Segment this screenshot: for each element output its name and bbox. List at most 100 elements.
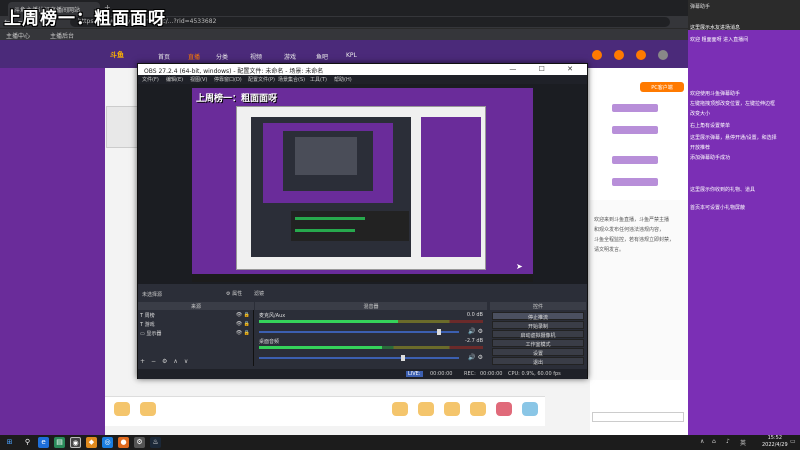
windows-start-icon[interactable]: ⊞ xyxy=(4,437,15,448)
speaker-gear-icons[interactable]: 🔊 ⚙ xyxy=(468,328,483,335)
mixer-channel-name: 桌面音频 xyxy=(259,339,280,345)
exit-button[interactable]: 退出 xyxy=(492,357,584,366)
site-nav-category[interactable]: 分类 xyxy=(216,52,228,61)
edge-icon[interactable]: e xyxy=(38,437,49,448)
eye-lock-icons[interactable]: 👁 🔒 xyxy=(236,330,250,336)
speaker-gear-icons[interactable]: 🔊 ⚙ xyxy=(468,354,483,361)
gift-item[interactable] xyxy=(496,402,512,416)
obs-menubar: 文件(F) 编辑(E) 视图(V) 停靠窗口(D) 配置文件(P) 场景集合(S… xyxy=(138,75,587,84)
preview-meter xyxy=(295,217,365,220)
bookmark-bar: 主播中心 主播后台 xyxy=(0,28,800,40)
sources-dock-header: 来源 xyxy=(138,302,254,310)
menu-help[interactable]: 帮助(H) xyxy=(334,76,352,83)
menu-view[interactable]: 视图(V) xyxy=(190,76,207,83)
network-icon[interactable]: ⌂ xyxy=(712,438,716,445)
volume-slider[interactable] xyxy=(259,329,459,335)
site-nav-live[interactable]: 直播 xyxy=(188,52,200,61)
browser-icon[interactable]: ◎ xyxy=(102,437,113,448)
menu-tools[interactable]: 工具(T) xyxy=(310,76,327,83)
controls-dock-header: 控件 xyxy=(490,302,586,310)
settings-button[interactable]: 设置 xyxy=(492,348,584,357)
avatar[interactable] xyxy=(658,50,668,60)
source-row[interactable]: T 游戏 👁 🔒 xyxy=(140,321,252,329)
controls-panel: 停止推流 开始录制 启动虚拟摄像机 工作室模式 设置 退出 xyxy=(490,310,586,366)
eye-lock-icons[interactable]: 👁 🔒 xyxy=(236,312,250,318)
assistant-message: 欢迎使用斗鱼弹幕助手 xyxy=(690,91,741,97)
volume-slider[interactable] xyxy=(259,355,459,361)
source-controls[interactable]: +−⚙∧∨ xyxy=(140,358,194,365)
obs-icon[interactable]: ◉ xyxy=(70,437,81,448)
volume-icon[interactable]: ♪ xyxy=(726,438,730,445)
preview-browser xyxy=(236,106,486,270)
bookmark-item[interactable]: 主播中心 xyxy=(6,31,30,40)
bookmark-item[interactable]: 主播后台 xyxy=(50,31,74,40)
volume-slider-knob[interactable] xyxy=(401,355,405,361)
gift-info-message: 首页本可设置小礼物屏蔽 xyxy=(690,205,746,211)
download-icon[interactable] xyxy=(636,50,646,60)
preview-taskbar xyxy=(192,274,533,282)
source-row[interactable]: T 周榜 👁 🔒 xyxy=(140,312,252,320)
menu-docks[interactable]: 停靠窗口(D) xyxy=(214,76,242,83)
left-purple-panel xyxy=(0,68,105,435)
explorer-icon[interactable]: ▤ xyxy=(54,437,65,448)
chat-input[interactable] xyxy=(592,412,684,422)
site-nav-home[interactable]: 首页 xyxy=(158,52,170,61)
site-nav-yuba[interactable]: 鱼吧 xyxy=(316,52,328,61)
obs-titlebar[interactable]: OBS 27.2.4 (64-bit, windows) - 配置文件: 未命名… xyxy=(138,64,587,75)
steam-icon[interactable]: ♨ xyxy=(150,437,161,448)
source-row[interactable]: ▭ 显示器 👁 🔒 xyxy=(140,330,252,338)
anchor-avatar-card[interactable] xyxy=(106,106,140,148)
audio-mixer: 麦克风/Aux 0.0 dB 🔊 ⚙ 桌面音频 -2.7 dB 🔊 ⚙ xyxy=(255,310,487,366)
studio-mode-button[interactable]: 工作室模式 xyxy=(492,339,584,348)
preview-nested-mixer xyxy=(291,211,409,241)
rank-tab[interactable] xyxy=(612,126,658,134)
virtual-camera-button[interactable]: 启动虚拟摄像机 xyxy=(492,330,584,339)
gift-item[interactable] xyxy=(140,402,156,416)
site-logo[interactable]: 斗鱼 xyxy=(110,50,124,60)
site-nav-game[interactable]: 游戏 xyxy=(284,52,296,61)
douyu-icon[interactable]: ● xyxy=(118,437,129,448)
obs-preview[interactable]: 上周榜一：粗面面呀 ➤ xyxy=(192,88,533,282)
stop-streaming-button[interactable]: 停止推流 xyxy=(492,312,584,321)
pc-client-button[interactable]: PC客户端 xyxy=(640,82,684,92)
gift-item[interactable] xyxy=(114,402,130,416)
volume-slider-knob[interactable] xyxy=(437,329,441,335)
window-controls[interactable]: — ☐ ✕ xyxy=(509,65,583,73)
menu-edit[interactable]: 编辑(E) xyxy=(166,76,183,83)
eye-lock-icons[interactable]: 👁 🔒 xyxy=(236,321,250,327)
assistant-message: 左键拖拽顶部改变位置，左键拉伸边框 xyxy=(690,101,776,107)
source-name: 显示器 xyxy=(146,331,162,337)
menu-file[interactable]: 文件(F) xyxy=(142,76,159,83)
rec-label: REC: xyxy=(464,371,476,377)
clock-time: 15:52 xyxy=(767,435,783,441)
preview-nested-preview xyxy=(263,123,393,203)
settings-app-icon[interactable]: ⚙ xyxy=(134,437,145,448)
rank-tab[interactable] xyxy=(612,104,658,112)
menu-profile[interactable]: 配置文件(P) xyxy=(248,76,275,83)
tray-arrow-icon[interactable]: ∧ xyxy=(700,438,704,445)
gift-item[interactable] xyxy=(392,402,408,416)
windows-taskbar: ⊞ ⚲ e ▤ ◉ ◆ ◎ ● ⚙ ♨ ∧ ⌂ ♪ 英 15:52 2022/4… xyxy=(0,435,800,450)
gift-item[interactable] xyxy=(470,402,486,416)
start-recording-button[interactable]: 开始录制 xyxy=(492,321,584,330)
search-icon[interactable]: ⚲ xyxy=(22,437,33,448)
gift-item[interactable] xyxy=(418,402,434,416)
taskbar-clock[interactable]: 15:52 2022/4/29 xyxy=(762,435,788,449)
rank-tab[interactable] xyxy=(612,156,658,164)
site-nav-kpl[interactable]: KPL xyxy=(346,52,357,59)
ime-icon[interactable]: 英 xyxy=(740,438,746,447)
gift-item[interactable] xyxy=(444,402,460,416)
obs-window-title: OBS 27.2.4 (64-bit, windows) - 配置文件: 未命名… xyxy=(144,68,324,75)
site-nav-video[interactable]: 视频 xyxy=(250,52,262,61)
app-icon[interactable]: ◆ xyxy=(86,437,97,448)
properties-button[interactable]: ⚙ 属性 xyxy=(226,290,242,297)
message-icon[interactable] xyxy=(614,50,624,60)
gift-item[interactable] xyxy=(522,402,538,416)
gift-info-message: 这里展示你收到的礼物、道具 xyxy=(690,187,756,193)
menu-scene-collection[interactable]: 场景集合(S) xyxy=(278,76,305,83)
user-center-icon[interactable] xyxy=(592,50,602,60)
notification-icon[interactable]: ▭ xyxy=(790,438,796,445)
filters-button[interactable]: 滤镜 xyxy=(254,290,264,297)
preview-meter xyxy=(295,229,355,232)
rank-tab[interactable] xyxy=(612,178,658,186)
